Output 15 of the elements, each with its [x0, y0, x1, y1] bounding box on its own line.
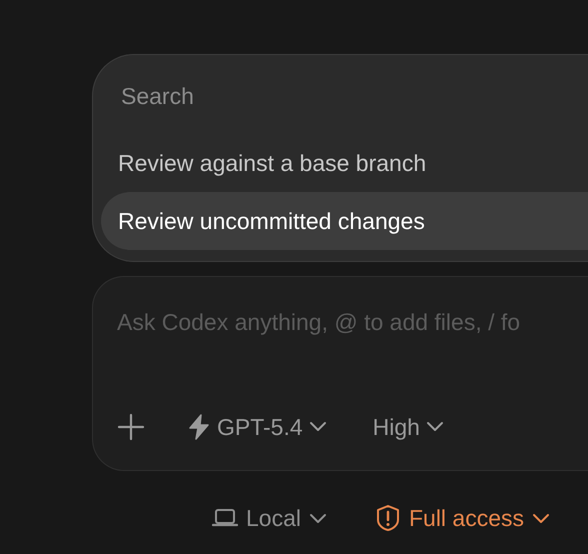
- permissions-dropdown[interactable]: Full access: [374, 501, 550, 536]
- chevron-icon: [532, 512, 550, 524]
- menu-item[interactable]: Review uncommitted changes: [101, 192, 588, 250]
- search-field[interactable]: Search: [101, 75, 501, 118]
- effort-dropdown[interactable]: High: [372, 410, 444, 444]
- menu-item[interactable]: Review against a base branch: [101, 134, 588, 192]
- shield-warning-icon: [374, 504, 401, 532]
- lightning-icon: [187, 414, 211, 440]
- chevron-icon: [308, 512, 327, 524]
- chevron-icon: [426, 421, 444, 432]
- environment-dropdown[interactable]: Local: [212, 501, 327, 536]
- model-dropdown[interactable]: GPT-5.4: [187, 410, 327, 444]
- prompt-field[interactable]: Ask Codex anything, @ to add files, / fo: [117, 305, 588, 340]
- chevron-icon: [308, 421, 327, 432]
- plus-icon[interactable]: [117, 412, 145, 441]
